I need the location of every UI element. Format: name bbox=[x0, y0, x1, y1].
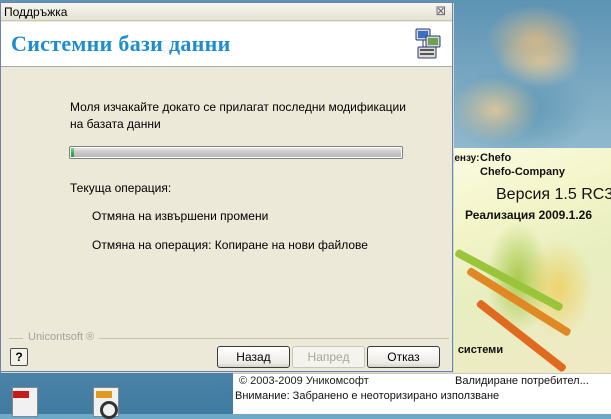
database-server-icon bbox=[415, 28, 441, 59]
status-message: Моля изчакайте докато се прилагат послед… bbox=[70, 99, 410, 133]
jpg-file-icon[interactable] bbox=[93, 387, 119, 419]
cancel-button[interactable]: Отказ bbox=[367, 346, 440, 368]
close-icon[interactable]: ⊠ bbox=[434, 4, 448, 18]
status-message-line2: на базата данни bbox=[70, 117, 161, 131]
wizard-header: Системни бази данни bbox=[1, 22, 452, 67]
pdf-file-icon[interactable] bbox=[12, 387, 38, 417]
progress-track bbox=[71, 148, 401, 157]
brand-label: Unicontsoft ® bbox=[23, 331, 100, 343]
warning-text: Внимание: Забранено е неоторизирано изпо… bbox=[235, 390, 500, 402]
operation-step-2: Отмяна на операция: Копиране на нови фай… bbox=[92, 238, 368, 252]
owner-name: Chefo bbox=[480, 152, 512, 164]
build-text: Реализация 2009.1.26 bbox=[465, 208, 593, 222]
systems-text: и системи bbox=[448, 344, 504, 356]
operation-step-1: Отмяна на извършени промени bbox=[92, 209, 269, 223]
back-button[interactable]: Назад bbox=[217, 346, 290, 368]
page-title: Системни бази данни bbox=[11, 31, 231, 56]
maintenance-wizard-window: Поддръжка ⊠ Системни бази данни Моля изч… bbox=[0, 2, 453, 372]
wizard-content: Моля изчакайте докато се прилагат послед… bbox=[1, 68, 452, 323]
version-text: Версия 1.5 RC3 bbox=[496, 186, 611, 203]
next-button[interactable]: Напред bbox=[292, 346, 365, 368]
help-button[interactable]: ? bbox=[10, 348, 28, 366]
about-window: дензу: Chefo Chefo-Company Версия 1.5 RC… bbox=[448, 148, 611, 380]
progress-bar bbox=[69, 146, 403, 159]
current-operation-label: Текуща операция: bbox=[70, 181, 172, 195]
wallpaper-rocks bbox=[455, 0, 611, 150]
owner-company: Chefo-Company bbox=[480, 166, 565, 178]
copyright-text: © 2003-2009 Уникомсофт bbox=[239, 375, 369, 387]
window-title: Поддръжка bbox=[4, 5, 68, 19]
progress-fill bbox=[71, 148, 74, 157]
title-bar[interactable]: Поддръжка ⊠ bbox=[1, 3, 452, 21]
about-window-footer: © 2003-2009 Уникомсофт Валидиране потреб… bbox=[233, 373, 611, 414]
validate-user-link[interactable]: Валидиране потребител... bbox=[455, 375, 589, 387]
status-message-line1: Моля изчакайте докато се прилагат послед… bbox=[70, 100, 406, 114]
